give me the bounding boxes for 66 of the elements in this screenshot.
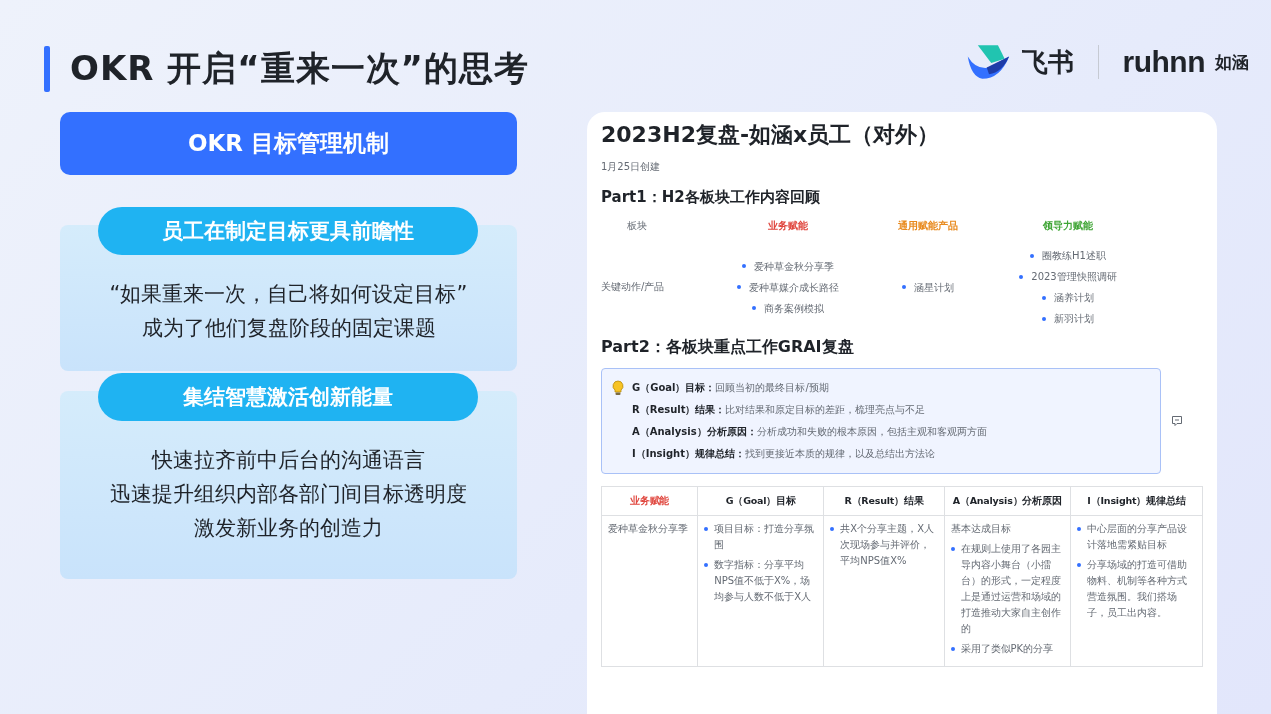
bullet-icon [1042, 295, 1046, 300]
list-item: 爱种草媒介成长路径 [713, 276, 863, 298]
row-label: 板块 [626, 219, 648, 233]
cell-bullet: 分享场域的打造可借助物料、机制等各种方式营造氛围。我们搭场子，员工出内容。 [1076, 557, 1196, 621]
cell-text: 基本达成目标 [950, 522, 1012, 536]
card-text: 激发新业务的创造力 [193, 515, 384, 542]
title-accent-bar [44, 46, 50, 92]
list-item: 新羽计划 [993, 308, 1143, 329]
bullet-icon [1076, 527, 1081, 531]
bullet-icon [950, 547, 955, 551]
bullet-icon [830, 527, 835, 531]
table-header: 业务赋能 [601, 486, 698, 516]
list-item: 商务案例模拟 [713, 297, 863, 319]
callout-text: I（Insight）规律总结：找到更接近本质的规律，以及总结出方法论 [632, 447, 936, 461]
card-heading: 集结智慧激活创新能量 [98, 373, 478, 421]
cell-bullet: 在规则上使用了各园主导内容小舞台（小擂台）的形式，一定程度上是通过运营和场域的打造推动大家自主创作的 [950, 541, 1064, 637]
table-header: I（Insight）规律总结 [1070, 486, 1203, 516]
column-heading: 领导力赋能 [1042, 219, 1094, 233]
bullet-icon [752, 306, 756, 310]
logo-text: 如涵 [1215, 50, 1249, 74]
card-text: 迅速提升组织内部各部门间目标透明度 [109, 481, 468, 508]
bullet-icon [1042, 316, 1046, 321]
bullet-icon [704, 563, 709, 567]
card-text: 成为了他们复盘阶段的固定课题 [140, 315, 437, 342]
card-text: “如果重来一次，自己将如何设定目标” [108, 281, 469, 308]
cell-text: 爱种草金秋分享季 [608, 522, 689, 536]
callout-text: R（Result）结果：比对结果和原定目标的差距，梳理亮点与不足 [632, 403, 927, 417]
column-heading: 通用赋能产品 [897, 219, 959, 233]
bullet-icon [1030, 253, 1035, 258]
bullet-icon [902, 285, 906, 289]
cell-bullet: 共X个分享主题，X人次现场参与并评价，平均NPS值X% [830, 521, 938, 569]
bird-logo-icon [965, 43, 1012, 81]
callout-text: G（Goal）目标：回顾当初的最终目标/预期 [632, 381, 830, 395]
logo-text: ruhnn [1122, 45, 1205, 79]
comment-icon[interactable] [1171, 415, 1183, 427]
list-item: 爱种草金秋分享季 [713, 255, 863, 277]
card-text: 快速拉齐前中后台的沟通语言 [150, 447, 426, 474]
callout-text: A（Analysis）分析原因：分析成功和失败的根本原因，包括主观和客观两方面 [632, 425, 987, 439]
table-header: R（Result）结果 [823, 486, 945, 516]
section-banner: OKR 目标管理机制 [60, 112, 517, 175]
table-header: G（Goal）目标 [697, 486, 824, 516]
list-item: 涵星计划 [863, 276, 993, 298]
cell-bullet: 采用了类似PK的分享 [950, 641, 1064, 657]
created-date: 1月25日创建 [601, 160, 662, 174]
bullet-icon [742, 264, 746, 268]
cell-bullet: 项目目标：打造分享氛围 [704, 521, 818, 553]
bullet-icon [737, 285, 741, 289]
bullet-icon [950, 647, 955, 651]
bullet-icon [1076, 563, 1081, 567]
list-item: 涵养计划 [993, 287, 1143, 308]
section-heading: Part1：H2各板块工作内容回顾 [601, 188, 821, 207]
cell-bullet: 中心层面的分享产品设计落地需紧贴目标 [1076, 521, 1196, 553]
section-heading: Part2：各板块重点工作GRAI复盘 [601, 337, 855, 358]
row-label: 关键动作/产品 [601, 280, 666, 294]
card-heading: 员工在制定目标更具前瞻性 [98, 207, 478, 255]
document-title: 2023H2复盘-如涵x员工（对外） [601, 121, 941, 149]
column-heading: 业务赋能 [767, 219, 809, 233]
list-item: 2023管理快照调研 [993, 266, 1143, 287]
table-header: A（Analysis）分析原因 [944, 486, 1071, 516]
cell-bullet: 数字指标：分享平均NPS值不低于X%，场均参与人数不低于X人 [704, 557, 818, 605]
slide-title: OKR 开启“重来一次”的思考 [70, 47, 529, 90]
bullet-icon [1019, 274, 1024, 279]
lightbulb-icon [612, 380, 624, 396]
logo-text: 飞书 [1021, 45, 1074, 79]
list-item: 圈教练H1述职 [993, 245, 1143, 266]
bullet-icon [704, 527, 709, 531]
